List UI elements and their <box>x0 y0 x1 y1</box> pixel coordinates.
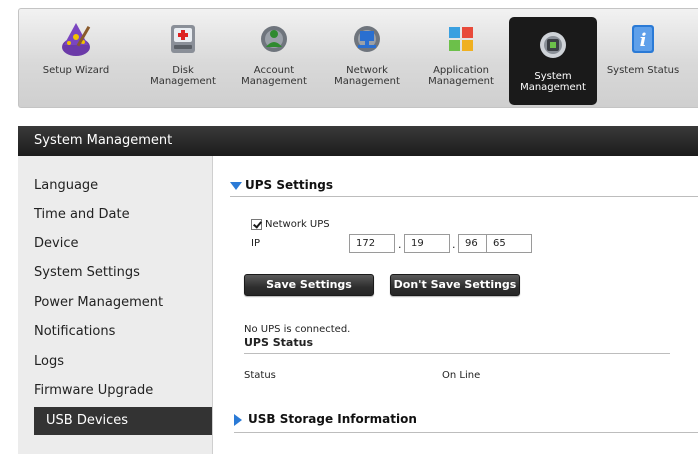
network-ups-label: Network UPS <box>265 219 330 230</box>
save-settings-button[interactable]: Save Settings <box>244 274 374 296</box>
wizard-icon <box>56 19 96 59</box>
divider <box>244 353 670 354</box>
toolbar-network-management[interactable]: Network Management <box>327 19 407 109</box>
ip-label: IP <box>251 238 260 249</box>
dont-save-settings-button[interactable]: Don't Save Settings <box>390 274 520 296</box>
sidebar-item-logs[interactable]: Logs <box>34 348 210 376</box>
ip-dot: . <box>452 238 456 251</box>
section-header: System Management <box>18 126 698 156</box>
toolbar-account-management[interactable]: Account Management <box>233 19 315 109</box>
collapse-arrow-icon <box>230 181 242 190</box>
account-management-icon <box>254 19 294 59</box>
ups-settings-header[interactable]: UPS Settings <box>230 178 333 192</box>
divider <box>230 196 698 197</box>
sidebar-item-time-and-date[interactable]: Time and Date <box>34 201 210 229</box>
toolbar-system-status[interactable]: i System Status <box>605 19 681 109</box>
expand-arrow-icon <box>234 413 242 426</box>
ip-dot: . <box>398 238 402 251</box>
toolbar-system-management[interactable]: System Management <box>509 17 597 105</box>
main-content: UPS Settings Network UPS IP 172 . 19 . 9… <box>212 156 698 454</box>
ip-octet-1-input[interactable]: 172 <box>349 234 395 253</box>
sidebar-item-notifications[interactable]: Notifications <box>34 318 210 346</box>
main-toolbar: Setup Wizard Disk Management Account Man… <box>18 8 698 108</box>
sidebar-item-usb-devices[interactable]: USB Devices <box>34 407 212 435</box>
ups-status-title: UPS Status <box>244 336 313 349</box>
system-management-icon <box>533 25 573 65</box>
disk-management-icon <box>163 19 203 59</box>
top-toolbar-area: Setup Wizard Disk Management Account Man… <box>0 0 698 112</box>
toolbar-application-management[interactable]: Application Management <box>419 19 503 109</box>
status-value: On Line <box>442 370 481 381</box>
application-management-icon <box>441 19 481 59</box>
sidebar-item-language[interactable]: Language <box>34 172 210 200</box>
section-title: System Management <box>34 133 173 148</box>
svg-text:i: i <box>640 30 647 51</box>
status-label: Status <box>244 370 276 381</box>
sidebar-item-device[interactable]: Device <box>34 230 210 258</box>
sidebar-item-firmware-upgrade[interactable]: Firmware Upgrade <box>34 377 210 405</box>
sidebar-item-system-settings[interactable]: System Settings <box>34 259 210 287</box>
network-management-icon <box>347 19 387 59</box>
ups-settings-title: UPS Settings <box>245 178 334 192</box>
usb-storage-title: USB Storage Information <box>248 412 417 426</box>
sidebar-item-power-management[interactable]: Power Management <box>34 289 210 317</box>
toolbar-setup-wizard[interactable]: Setup Wizard <box>41 19 111 109</box>
divider <box>234 432 698 433</box>
ip-octet-2-input[interactable]: 19 <box>404 234 450 253</box>
usb-storage-header[interactable]: USB Storage Information <box>234 412 417 426</box>
sidebar: Language Time and Date Device System Set… <box>18 156 213 454</box>
system-status-icon: i <box>623 19 663 59</box>
toolbar-disk-management[interactable]: Disk Management <box>141 19 225 109</box>
network-ups-checkbox[interactable] <box>251 219 262 230</box>
ups-connection-message: No UPS is connected. <box>244 324 351 335</box>
ip-octet-4-input[interactable]: 65 <box>486 234 532 253</box>
